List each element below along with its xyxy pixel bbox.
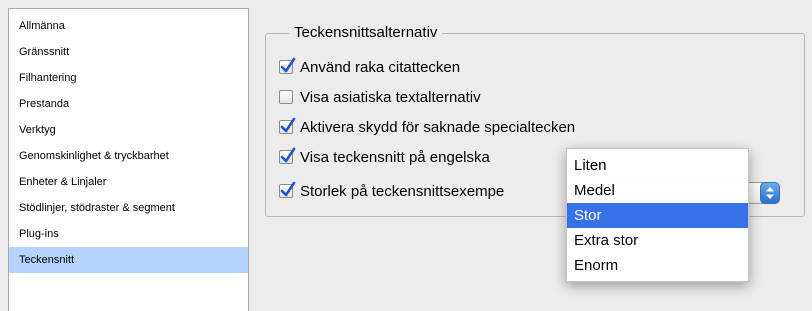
option-label: Visa asiatiska textalternativ bbox=[300, 88, 481, 106]
checkbox-checked-icon[interactable] bbox=[279, 57, 296, 74]
dropdown-item-liten[interactable]: Liten bbox=[567, 153, 748, 178]
option-straight-quotes[interactable]: Använd raka citattecken bbox=[279, 57, 460, 77]
checkbox-unchecked-icon[interactable] bbox=[279, 90, 293, 104]
dropdown-item-stor[interactable]: Stor bbox=[567, 203, 748, 228]
sidebar-item-prestanda[interactable]: Prestanda bbox=[9, 91, 248, 117]
checkbox-checked-icon[interactable] bbox=[279, 147, 296, 164]
option-label: Använd raka citattecken bbox=[300, 58, 461, 76]
font-options-group-title: Teckensnittsalternativ bbox=[289, 23, 443, 43]
checkbox-checked-icon[interactable] bbox=[279, 181, 296, 198]
option-missing-glyph-protection[interactable]: Aktivera skydd för saknade specialtecken bbox=[279, 117, 575, 137]
dropdown-item-enorm[interactable]: Enorm bbox=[567, 253, 748, 278]
option-asian-text[interactable]: Visa asiatiska textalternativ bbox=[279, 87, 481, 107]
option-font-preview-size[interactable]: Storlek på teckensnittsexempe bbox=[279, 181, 504, 201]
preferences-sidebar: Allmänna Gränssnitt Filhantering Prestan… bbox=[8, 8, 249, 311]
sidebar-item-filhantering[interactable]: Filhantering bbox=[9, 65, 248, 91]
sidebar-item-teckensnitt[interactable]: Teckensnitt bbox=[9, 247, 248, 273]
dropdown-item-medel[interactable]: Medel bbox=[567, 178, 748, 203]
sidebar-item-genomskinlighet[interactable]: Genomskinlighet & tryckbarhet bbox=[9, 143, 248, 169]
sidebar-item-verktyg[interactable]: Verktyg bbox=[9, 117, 248, 143]
checkbox-checked-icon[interactable] bbox=[279, 117, 296, 134]
updown-arrows-icon[interactable] bbox=[760, 182, 780, 204]
sidebar-item-granssnitt[interactable]: Gränssnitt bbox=[9, 39, 248, 65]
size-dropdown-menu: Liten Medel Stor Extra stor Enorm bbox=[566, 148, 749, 282]
option-font-names-english[interactable]: Visa teckensnitt på engelska bbox=[279, 147, 490, 167]
option-label: Storlek på teckensnittsexempe bbox=[300, 182, 505, 200]
option-label: Aktivera skydd för saknade specialtecken bbox=[300, 118, 576, 136]
sidebar-item-allmanna[interactable]: Allmänna bbox=[9, 13, 248, 39]
sidebar-item-enheter[interactable]: Enheter & Linjaler bbox=[9, 169, 248, 195]
sidebar-item-stodlinjer[interactable]: Stödlinjer, stödraster & segment bbox=[9, 195, 248, 221]
option-label: Visa teckensnitt på engelska bbox=[300, 148, 490, 166]
dropdown-item-extra-stor[interactable]: Extra stor bbox=[567, 228, 748, 253]
sidebar-item-plugins[interactable]: Plug-ins bbox=[9, 221, 248, 247]
